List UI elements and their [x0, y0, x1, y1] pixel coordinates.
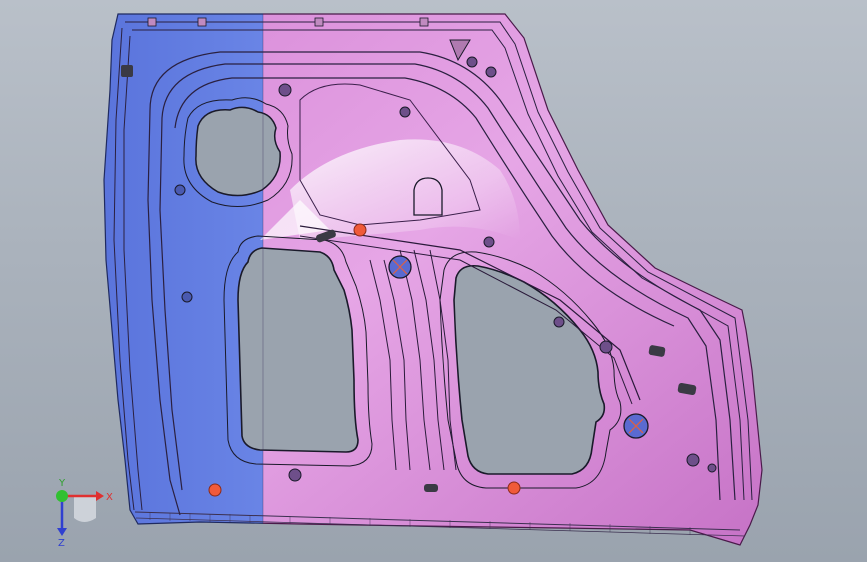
upper-cutout: [195, 106, 281, 197]
y-axis-arrow: [56, 490, 68, 502]
x-axis-label: X: [106, 492, 113, 503]
y-axis-label: Y: [58, 478, 66, 489]
graphics-viewport[interactable]: X Y Z: [0, 0, 867, 562]
z-axis-label: Z: [58, 538, 65, 548]
coordinate-triad: X Y Z: [56, 478, 113, 548]
door-panel-model[interactable]: [0, 0, 867, 562]
